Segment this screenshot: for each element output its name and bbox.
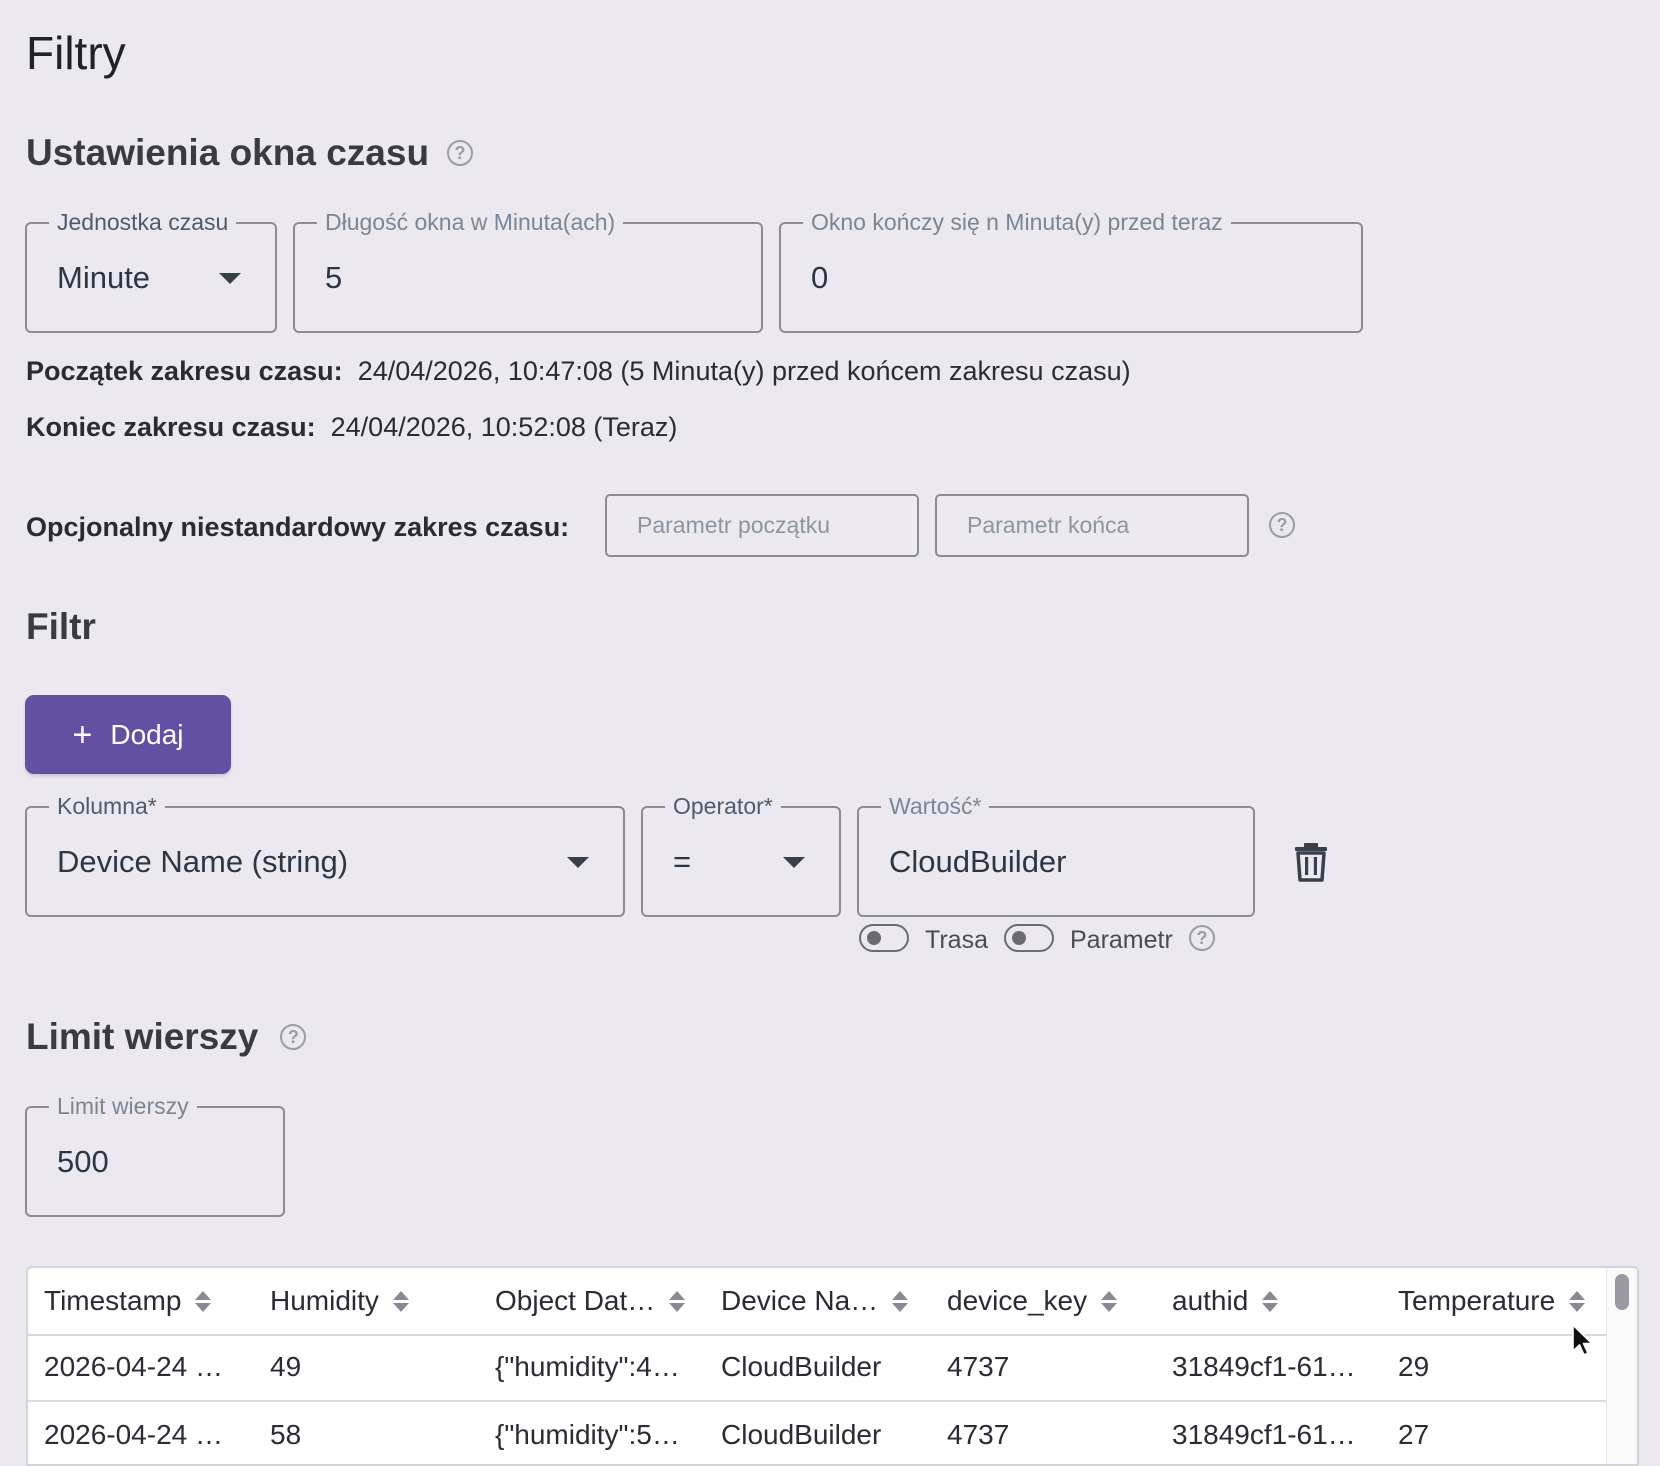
filter-value-label: Wartość* — [881, 793, 990, 819]
table-cell: 31849cf1-61… — [1172, 1419, 1356, 1450]
data-table: Timestamp Humidity Object Dat… Device Na… — [26, 1266, 1639, 1466]
column-header[interactable]: Humidity — [270, 1268, 409, 1334]
custom-range-end-input[interactable] — [935, 494, 1249, 557]
column-header-label: Humidity — [270, 1285, 379, 1316]
filter-column-value: Device Name (string) — [57, 843, 349, 879]
column-header[interactable]: device_key — [947, 1268, 1118, 1334]
time-unit-label: Jednostka czasu — [49, 209, 237, 235]
table-header: Timestamp Humidity Object Dat… Device Na… — [28, 1268, 1608, 1336]
toggle-knob — [867, 931, 881, 945]
table-cell: 4737 — [947, 1351, 1010, 1382]
custom-range-start-input[interactable] — [605, 494, 919, 557]
param-toggle[interactable] — [1004, 924, 1054, 952]
table-cell: CloudBuilder — [721, 1351, 882, 1382]
row-limit-header: Limit wierszy ? — [26, 1016, 307, 1058]
table-cell: {"humidity":4… — [495, 1351, 680, 1382]
filter-column-select[interactable]: Kolumna* Device Name (string) — [25, 793, 625, 917]
table-scrollbar[interactable] — [1606, 1268, 1637, 1464]
plus-icon: + — [72, 715, 93, 754]
time-window-title: Ustawienia okna czasu — [26, 132, 430, 173]
filter-operator-label: Operator* — [665, 793, 781, 819]
row-limit-input[interactable]: Limit wierszy 500 — [25, 1093, 285, 1217]
filter-column-label: Kolumna* — [49, 793, 165, 819]
window-length-value: 5 — [325, 259, 343, 295]
custom-range-label: Opcjonalny niestandardowy zakres czasu: — [26, 512, 570, 542]
chevron-down-icon — [567, 856, 589, 868]
filter-value-value: CloudBuilder — [889, 843, 1067, 879]
range-end-value: 24/04/2026, 10:52:08 (Teraz) — [330, 412, 678, 442]
chevron-down-icon — [783, 856, 805, 868]
sort-icon — [1262, 1290, 1279, 1312]
column-header[interactable]: Temperature — [1398, 1268, 1586, 1334]
help-icon[interactable]: ? — [447, 140, 474, 166]
sort-icon — [892, 1290, 909, 1312]
window-length-input[interactable]: Długość okna w Minuta(ach) 5 — [293, 209, 763, 333]
trash-icon[interactable] — [1293, 842, 1329, 882]
row-limit-title: Limit wierszy — [26, 1016, 259, 1057]
scrollbar-thumb[interactable] — [1615, 1274, 1629, 1310]
sort-icon — [195, 1290, 212, 1312]
row-limit-value: 500 — [57, 1143, 109, 1179]
help-icon[interactable]: ? — [1269, 512, 1295, 538]
range-end-label: Koniec zakresu czasu: — [26, 412, 316, 442]
window-length-label: Długość okna w Minuta(ach) — [317, 209, 624, 235]
time-unit-select[interactable]: Jednostka czasu Minute — [25, 209, 277, 333]
range-start-line: Początek zakresu czasu: 24/04/2026, 10:4… — [26, 356, 1131, 387]
table-cell: 27 — [1398, 1419, 1430, 1450]
table-cell: 2026-04-24 … — [44, 1351, 224, 1382]
filter-value-input[interactable]: Wartość* CloudBuilder — [857, 793, 1255, 917]
column-header[interactable]: Object Dat… — [495, 1268, 686, 1334]
filter-operator-select[interactable]: Operator* = — [641, 793, 841, 917]
time-unit-value: Minute — [57, 259, 151, 295]
sort-icon — [392, 1290, 409, 1312]
range-end-line: Koniec zakresu czasu: 24/04/2026, 10:52:… — [26, 412, 677, 443]
window-offset-input[interactable]: Okno kończy się n Minuta(y) przed teraz … — [779, 209, 1363, 333]
table-row[interactable]: 2026-04-24 … 49 {"humidity":4… CloudBuil… — [28, 1334, 1608, 1402]
window-offset-label: Okno kończy się n Minuta(y) przed teraz — [803, 209, 1231, 235]
sort-icon — [1101, 1290, 1118, 1312]
column-header-label: authid — [1172, 1285, 1249, 1316]
window-offset-value: 0 — [811, 259, 829, 295]
table-cell: 58 — [270, 1419, 302, 1450]
column-header[interactable]: Device Na… — [721, 1268, 909, 1334]
column-header-label: Object Dat… — [495, 1285, 656, 1316]
range-start-value: 24/04/2026, 10:47:08 (5 Minuta(y) przed … — [357, 356, 1131, 386]
filter-title: Filtr — [26, 606, 96, 647]
sort-icon — [669, 1290, 686, 1312]
row-limit-label: Limit wierszy — [49, 1093, 197, 1119]
table-cell: 31849cf1-61… — [1172, 1351, 1356, 1382]
column-header[interactable]: Timestamp — [44, 1268, 212, 1334]
table-cell: CloudBuilder — [721, 1419, 882, 1450]
column-header-label: device_key — [947, 1285, 1088, 1316]
table-cell: {"humidity":5… — [495, 1419, 680, 1450]
chevron-down-icon — [219, 272, 241, 284]
column-header-label: Device Na… — [721, 1285, 879, 1316]
table-cell: 4737 — [947, 1419, 1010, 1450]
time-window-header: Ustawienia okna czasu ? — [26, 132, 474, 174]
page-title: Filtry — [26, 27, 126, 79]
param-toggle-label: Parametr — [1070, 926, 1173, 954]
help-icon[interactable]: ? — [280, 1024, 307, 1050]
toggle-knob — [1012, 931, 1026, 945]
column-header[interactable]: authid — [1172, 1268, 1279, 1334]
table-row[interactable]: 2026-04-24 … 58 {"humidity":5… CloudBuil… — [28, 1402, 1608, 1464]
filter-operator-value: = — [673, 843, 692, 879]
sort-icon — [1569, 1290, 1586, 1312]
column-header-label: Temperature — [1398, 1285, 1556, 1316]
help-icon[interactable]: ? — [1189, 925, 1215, 951]
add-filter-label: Dodaj — [110, 718, 184, 750]
range-start-label: Początek zakresu czasu: — [26, 356, 343, 386]
column-header-label: Timestamp — [44, 1285, 182, 1316]
table-cell: 29 — [1398, 1351, 1430, 1382]
table-cell: 2026-04-24 … — [44, 1419, 224, 1450]
mouse-cursor-icon — [1572, 1324, 1593, 1356]
add-filter-button[interactable]: + Dodaj — [25, 695, 231, 774]
route-toggle-label: Trasa — [925, 926, 988, 954]
table-cell: 49 — [270, 1351, 302, 1382]
route-toggle[interactable] — [859, 924, 909, 952]
